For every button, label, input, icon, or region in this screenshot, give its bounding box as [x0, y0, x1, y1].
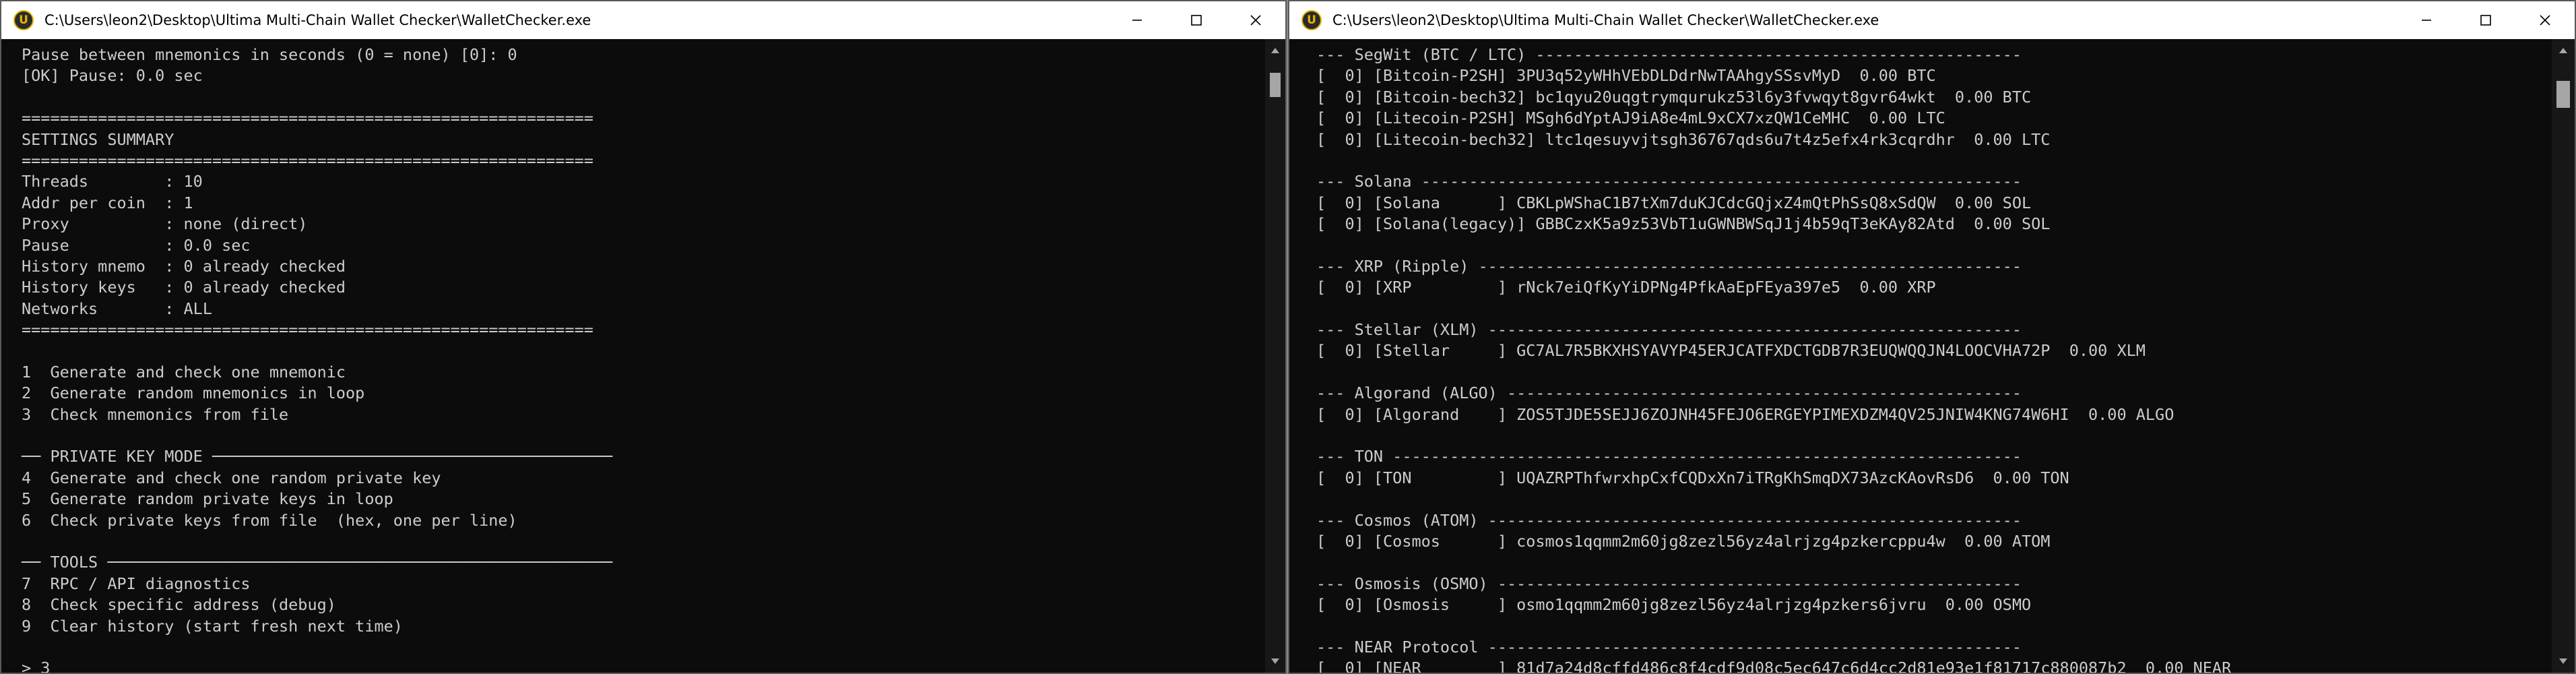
console-window-left[interactable]: U C:\Users\leon2\Desktop\Ultima Multi-Ch…: [0, 0, 1287, 674]
title-bar[interactable]: U C:\Users\leon2\Desktop\Ultima Multi-Ch…: [1, 1, 1285, 39]
ultima-app-icon: U: [1301, 10, 1322, 30]
console-line: ========================================…: [22, 320, 593, 340]
window-title: C:\Users\leon2\Desktop\Ultima Multi-Chai…: [44, 12, 591, 28]
minimize-button[interactable]: [1107, 1, 1167, 39]
console-line: --- SegWit (BTC / LTC) -----------------…: [1316, 45, 2022, 64]
console-line: --- TON --------------------------------…: [1316, 447, 2022, 466]
minimize-button[interactable]: [2397, 1, 2456, 39]
console-output[interactable]: --- SegWit (BTC / LTC) -----------------…: [1289, 39, 2552, 673]
console-line: --- NEAR Protocol ----------------------…: [1316, 637, 2022, 656]
console-line: Proxy : none (direct): [22, 214, 308, 234]
prompt-input[interactable]: > 3: [22, 658, 50, 673]
close-icon: [1250, 15, 1261, 26]
console-line: [ 0] [Osmosis ] osmo1qqmm2m60jg8zezl56yz…: [1316, 595, 2032, 615]
console-line: Networks : ALL: [22, 299, 212, 318]
console-line: [ 0] [NEAR ] 81d7a24d8cffd486c8f4cdf9d08…: [1316, 658, 2232, 673]
console-line: [ 0] [Litecoin-bech32] ltc1qesuyvjtsgh36…: [1316, 129, 2051, 149]
maximize-icon: [1191, 15, 1202, 26]
console-output[interactable]: Pause between mnemonics in seconds (0 = …: [1, 39, 1285, 673]
console-line: [ 0] [Litecoin-P2SH] MSgh6dYptAJ9iA8e4mL…: [1316, 109, 1945, 128]
console-line: [ 0] [Stellar ] GC7AL7R5BKXHSYAVYP45ERJC…: [1316, 341, 2146, 361]
console-line: 3 Check mnemonics from file: [22, 404, 289, 424]
console-line: [ 0] [Solana(legacy)] GBBCzxK5a9z53VbT1u…: [1316, 214, 2051, 234]
console-line: 5 Generate random private keys in loop: [22, 489, 393, 509]
console-line: Pause : 0.0 sec: [22, 235, 251, 255]
vertical-scrollbar[interactable]: [1265, 39, 1285, 673]
console-line: 4 Generate and check one random private …: [22, 468, 441, 487]
console-line: ── PRIVATE KEY MODE ────────────────────…: [22, 447, 613, 466]
minimize-icon: [2422, 20, 2431, 21]
console-line: [ 0] [Bitcoin-P2SH] 3PU3q52yWHhVEbDLDdrN…: [1316, 66, 1936, 86]
console-line: 2 Generate random mnemonics in loop: [22, 384, 365, 403]
console-line: [ 0] [Cosmos ] cosmos1qqmm2m60jg8zezl56y…: [1316, 531, 2051, 551]
console-line: Pause between mnemonics in seconds (0 = …: [22, 45, 517, 64]
console-line: --- XRP (Ripple) -----------------------…: [1316, 256, 2022, 276]
scroll-down-arrow-icon[interactable]: [2552, 650, 2575, 673]
console-line: --- Solana -----------------------------…: [1316, 172, 2022, 191]
console-line: [ 0] [XRP ] rNck7eiQfKyYiDPNg4PfkAaEpFEy…: [1316, 278, 1936, 297]
console-line: 6 Check private keys from file (hex, one…: [22, 510, 517, 530]
close-button[interactable]: [2515, 1, 2575, 39]
window-controls: [1107, 1, 1285, 39]
title-bar[interactable]: U C:\Users\leon2\Desktop\Ultima Multi-Ch…: [1289, 1, 2575, 39]
console-line: 1 Generate and check one mnemonic: [22, 362, 346, 381]
console-line: [ 0] [TON ] UQAZRPThfwrxhpCxfCQDxXn7iTRg…: [1316, 468, 2069, 487]
window-title: C:\Users\leon2\Desktop\Ultima Multi-Chai…: [1332, 12, 1879, 28]
console-line: [ 0] [Bitcoin-bech32] bc1qyu20uqgtrymqur…: [1316, 87, 2032, 106]
console-line: History mnemo : 0 already checked: [22, 256, 346, 276]
console-line: ========================================…: [22, 109, 593, 128]
scrollbar-thumb[interactable]: [1270, 73, 1281, 97]
console-line: ── TOOLS ───────────────────────────────…: [22, 553, 613, 572]
scroll-up-arrow-icon[interactable]: [2552, 39, 2575, 62]
close-icon: [2540, 15, 2550, 26]
maximize-button[interactable]: [1167, 1, 1226, 39]
console-line: --- Osmosis (OSMO) ---------------------…: [1316, 574, 2022, 593]
console-line: [ 0] [Solana ] CBKLpWShaC1B7tXm7duKJCdcG…: [1316, 193, 2032, 212]
close-button[interactable]: [1226, 1, 1285, 39]
scrollbar-thumb[interactable]: [2556, 81, 2570, 108]
console-line: [OK] Pause: 0.0 sec: [22, 66, 203, 86]
console-line: 7 RPC / API diagnostics: [22, 574, 251, 593]
window-controls: [2397, 1, 2575, 39]
console-line: ========================================…: [22, 150, 593, 170]
console-line: --- Algorand (ALGO) --------------------…: [1316, 384, 2022, 403]
maximize-button[interactable]: [2456, 1, 2515, 39]
console-window-right[interactable]: U C:\Users\leon2\Desktop\Ultima Multi-Ch…: [1288, 0, 2576, 674]
console-line: 8 Check specific address (debug): [22, 595, 336, 615]
ultima-app-icon: U: [13, 10, 34, 30]
console-line: 9 Clear history (start fresh next time): [22, 616, 403, 636]
console-line: Addr per coin : 1: [22, 193, 193, 212]
console-line: --- Cosmos (ATOM) ----------------------…: [1316, 510, 2022, 530]
maximize-icon: [2480, 15, 2491, 26]
console-line: History keys : 0 already checked: [22, 278, 346, 297]
scroll-down-arrow-icon[interactable]: [1265, 650, 1285, 673]
console-line: Threads : 10: [22, 172, 203, 191]
prompt-line[interactable]: > 3: [22, 658, 1285, 673]
minimize-icon: [1132, 20, 1142, 21]
console-line: SETTINGS SUMMARY: [22, 129, 174, 149]
vertical-scrollbar[interactable]: [2552, 39, 2575, 673]
console-line: [ 0] [Algorand ] ZOS5TJDE5SEJJ6ZOJNH45FE…: [1316, 404, 2175, 424]
console-line: --- Stellar (XLM) ----------------------…: [1316, 320, 2022, 340]
scroll-up-arrow-icon[interactable]: [1265, 39, 1285, 62]
